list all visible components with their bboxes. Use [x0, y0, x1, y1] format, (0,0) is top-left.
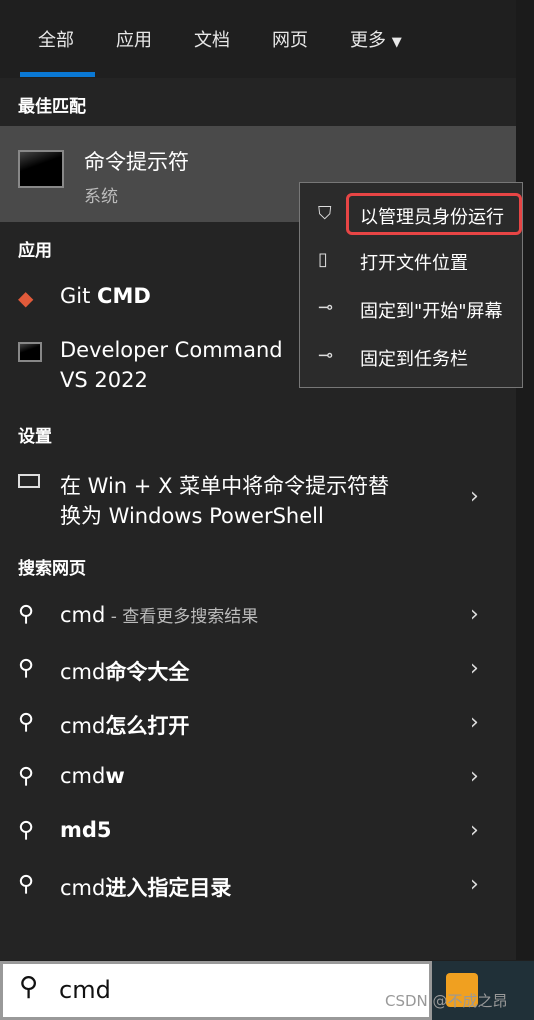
caret-down-icon: ▼	[391, 35, 402, 50]
search-icon: ⚲	[18, 764, 35, 789]
web-result[interactable]: ⚲ cmdw ›	[0, 764, 516, 798]
filter-tabs: 全部 应用 文档 网页 更多 ▼	[0, 0, 516, 78]
active-tab-indicator	[20, 72, 95, 77]
chevron-right-icon: ›	[470, 872, 479, 897]
best-match-title: 命令提示符	[84, 150, 189, 174]
app-label: Developer Command	[60, 338, 283, 362]
menu-item-open-file-location[interactable]: ▯ 打开文件位置	[300, 241, 522, 281]
section-apps: 应用	[18, 241, 52, 261]
git-icon: ◆	[18, 286, 34, 310]
context-menu: ⛉ 以管理员身份运行 ▯ 打开文件位置 ⊸ 固定到"开始"屏幕 ⊸ 固定到任务栏	[299, 182, 523, 388]
search-icon: ⚲	[18, 818, 35, 843]
tab-documents[interactable]: 文档	[194, 26, 230, 52]
menu-item-pin-to-taskbar[interactable]: ⊸ 固定到任务栏	[300, 337, 522, 377]
pin-icon: ⊸	[318, 297, 334, 318]
menu-label: 固定到任务栏	[360, 349, 468, 370]
pin-icon: ⊸	[318, 345, 334, 366]
app-label-line2: VS 2022	[60, 368, 148, 392]
chevron-right-icon: ›	[470, 484, 479, 509]
search-box[interactable]: ⚲ cmd	[0, 961, 432, 1020]
tab-web[interactable]: 网页	[272, 26, 308, 52]
shield-icon: ⛉	[318, 203, 332, 224]
search-icon: ⚲	[18, 872, 35, 897]
menu-item-pin-to-start[interactable]: ⊸ 固定到"开始"屏幕	[300, 289, 522, 329]
search-icon: ⚲	[18, 710, 35, 735]
section-settings: 设置	[18, 427, 52, 447]
tab-more[interactable]: 更多 ▼	[350, 26, 402, 52]
web-result[interactable]: ⚲ md5 ›	[0, 818, 516, 852]
display-icon	[18, 474, 40, 488]
menu-label: 固定到"开始"屏幕	[360, 301, 503, 322]
chevron-right-icon: ›	[470, 710, 479, 735]
section-best-match: 最佳匹配	[18, 97, 86, 117]
chevron-right-icon: ›	[470, 764, 479, 789]
web-result[interactable]: ⚲ cmd命令大全 ›	[0, 656, 516, 690]
setting-label-line1: 在 Win + X 菜单中将命令提示符替	[60, 474, 390, 498]
setting-label-line2: 换为 Windows PowerShell	[60, 504, 324, 528]
folder-icon: ▯	[318, 249, 328, 270]
highlight-box	[346, 193, 522, 235]
chevron-right-icon: ›	[470, 602, 479, 627]
tab-apps[interactable]: 应用	[116, 26, 152, 52]
terminal-icon	[18, 342, 42, 362]
search-icon: ⚲	[18, 602, 35, 627]
web-result[interactable]: ⚲ cmd怎么打开 ›	[0, 710, 516, 744]
web-result[interactable]: ⚲ cmd进入指定目录 ›	[0, 872, 516, 906]
chevron-right-icon: ›	[470, 818, 479, 843]
tab-all[interactable]: 全部	[38, 26, 74, 52]
app-label: Git CMD	[60, 284, 151, 308]
best-match-subtitle: 系统	[84, 187, 118, 207]
tab-more-label: 更多	[350, 30, 386, 51]
section-web-search: 搜索网页	[18, 559, 86, 579]
chevron-right-icon: ›	[470, 656, 479, 681]
scrollbar[interactable]	[516, 0, 534, 960]
search-icon: ⚲	[18, 656, 35, 681]
menu-label: 打开文件位置	[360, 253, 468, 274]
search-input[interactable]: cmd	[59, 976, 111, 1004]
search-icon: ⚲	[19, 972, 39, 1002]
web-result[interactable]: ⚲ cmd - 查看更多搜索结果 ›	[0, 602, 516, 636]
watermark: CSDN @不成之昂	[385, 992, 508, 1010]
command-prompt-icon	[18, 150, 64, 188]
setting-item[interactable]: 在 Win + X 菜单中将命令提示符替 换为 Windows PowerShe…	[0, 470, 516, 530]
